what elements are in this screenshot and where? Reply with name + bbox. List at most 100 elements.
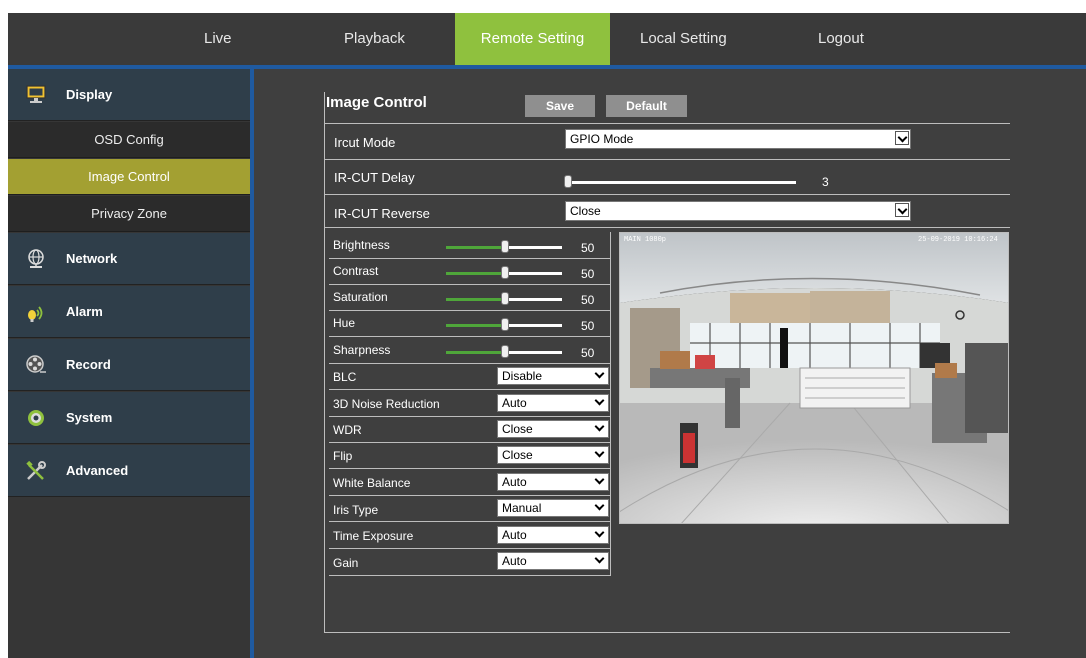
sharpness-slider-fill: [446, 351, 505, 354]
contrast-label: Contrast: [333, 264, 379, 278]
sidebar-group-alarm[interactable]: Alarm: [8, 286, 250, 338]
gear-icon: [28, 410, 44, 426]
chevron-down-icon: [593, 368, 607, 382]
flip-label: Flip: [333, 449, 353, 463]
wdr-label: WDR: [333, 423, 362, 437]
divider: [329, 258, 611, 259]
flip-select[interactable]: Close: [497, 446, 609, 464]
ircut-delay-value: 3: [822, 175, 829, 189]
sidebar-group-advanced[interactable]: Advanced: [8, 445, 250, 497]
white-balance-select[interactable]: Auto: [497, 473, 609, 491]
hue-value: 50: [581, 319, 595, 333]
chevron-down-icon: [593, 421, 607, 435]
chevron-down-icon: [593, 527, 607, 541]
default-button[interactable]: Default: [606, 95, 687, 117]
save-button[interactable]: Save: [525, 95, 595, 117]
sidebar-group-label: Network: [66, 251, 118, 266]
nav-playback[interactable]: Playback: [344, 13, 405, 65]
iris-type-label: Iris Type: [333, 503, 379, 517]
brightness-label: Brightness: [333, 238, 390, 252]
ircut-delay-slider[interactable]: [566, 181, 796, 184]
blc-select[interactable]: Disable: [497, 367, 609, 385]
sharpness-slider-handle[interactable]: [501, 345, 509, 358]
nav-remote-setting[interactable]: Remote Setting: [455, 13, 610, 65]
hue-label: Hue: [333, 316, 356, 330]
divider: [329, 548, 611, 549]
page-title: Image Control: [326, 94, 427, 111]
blc-value: Disable: [502, 369, 543, 383]
tools-icon: [26, 460, 46, 480]
ircut-reverse-select[interactable]: Close: [565, 201, 911, 221]
divider: [329, 389, 611, 390]
sidebar-item-image-control[interactable]: Image Control: [8, 159, 250, 195]
nav-live[interactable]: Live: [204, 13, 232, 65]
sidebar-group-display[interactable]: Display: [8, 69, 250, 121]
chevron-down-icon: [895, 203, 909, 217]
ircut-delay-slider-handle[interactable]: [564, 175, 572, 188]
ircut-mode-select[interactable]: GPIO Mode: [565, 129, 911, 149]
divider: [329, 575, 611, 576]
nav-local-setting[interactable]: Local Setting: [640, 13, 727, 65]
ircut-reverse-value: Close: [570, 204, 601, 218]
iris-type-select[interactable]: Manual: [497, 499, 609, 517]
gain-select[interactable]: Auto: [497, 552, 609, 570]
blc-label: BLC: [333, 370, 357, 384]
globe-icon: [28, 249, 44, 268]
wdr-select[interactable]: Close: [497, 420, 609, 438]
brightness-slider-handle[interactable]: [501, 240, 509, 253]
divider: [329, 284, 611, 285]
divider: [329, 416, 611, 417]
contrast-slider-handle[interactable]: [501, 266, 509, 279]
camera-preview: MAIN 1080p 25-09-2019 10:16:24: [619, 232, 1009, 524]
sidebar: Display OSD Config Image Control Privacy…: [8, 69, 250, 658]
noise-reduction-select[interactable]: Auto: [497, 394, 609, 412]
top-navigation: Live Playback Remote Setting Local Setti…: [8, 13, 1086, 65]
chevron-down-icon: [593, 395, 607, 409]
divider: [329, 442, 611, 443]
chevron-down-icon: [593, 474, 607, 488]
sidebar-group-network[interactable]: Network: [8, 233, 250, 285]
chevron-down-icon: [895, 131, 909, 145]
film-reel-icon: [26, 355, 46, 373]
divider: [329, 310, 611, 311]
divider: [324, 123, 1010, 124]
divider: [329, 468, 611, 469]
flip-value: Close: [502, 448, 533, 462]
contrast-value: 50: [581, 267, 595, 281]
divider: [324, 159, 1010, 160]
white-balance-label: White Balance: [333, 476, 411, 490]
noise-reduction-label: 3D Noise Reduction: [333, 397, 440, 411]
divider: [329, 363, 611, 364]
sidebar-item-osd-config[interactable]: OSD Config: [8, 122, 250, 158]
chevron-down-icon: [593, 500, 607, 514]
nav-logout[interactable]: Logout: [818, 13, 864, 65]
sidebar-group-label: Alarm: [66, 304, 103, 319]
chevron-down-icon: [593, 553, 607, 567]
white-balance-value: Auto: [502, 475, 527, 489]
preview-osd-left: MAIN 1080p: [624, 236, 666, 244]
ircut-reverse-label: IR-CUT Reverse: [334, 206, 430, 221]
sharpness-value: 50: [581, 346, 595, 360]
divider: [324, 227, 1010, 228]
iris-type-value: Manual: [502, 501, 542, 515]
monitor-icon: [26, 85, 46, 103]
preview-osd-timestamp: 25-09-2019 10:16:24: [918, 236, 998, 244]
sharpness-label: Sharpness: [333, 343, 391, 357]
hue-slider-fill: [446, 324, 505, 327]
time-exposure-value: Auto: [502, 528, 527, 542]
saturation-label: Saturation: [333, 290, 388, 304]
time-exposure-select[interactable]: Auto: [497, 526, 609, 544]
hue-slider-handle[interactable]: [501, 318, 509, 331]
noise-reduction-value: Auto: [502, 396, 527, 410]
contrast-slider-fill: [446, 272, 505, 275]
sidebar-group-record[interactable]: Record: [8, 339, 250, 391]
saturation-slider-handle[interactable]: [501, 292, 509, 305]
gain-value: Auto: [502, 554, 527, 568]
brightness-value: 50: [581, 241, 595, 255]
wdr-value: Close: [502, 422, 533, 436]
time-exposure-label: Time Exposure: [333, 529, 414, 543]
sidebar-item-privacy-zone[interactable]: Privacy Zone: [8, 196, 250, 232]
sidebar-group-label: Advanced: [66, 463, 129, 478]
sidebar-group-system[interactable]: System: [8, 392, 250, 444]
sidebar-group-label: Display: [66, 87, 113, 102]
